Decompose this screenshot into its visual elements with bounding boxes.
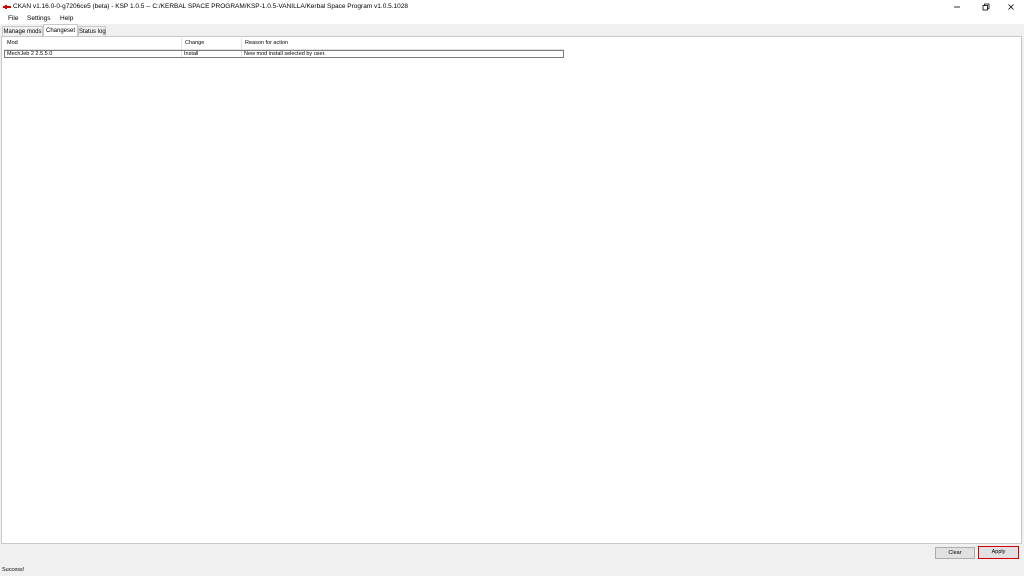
status-bar: Success! [0, 563, 1024, 576]
menu-bar: File Settings Help [0, 13, 1024, 24]
menu-settings[interactable]: Settings [27, 14, 51, 23]
grid-header: Mod Change Reason for action [4, 38, 564, 50]
menu-file[interactable]: File [8, 14, 18, 23]
cell-reason[interactable]: New mod install selected by user. [242, 51, 562, 57]
minimize-button[interactable] [944, 0, 970, 13]
status-text: Success! [2, 567, 25, 573]
changeset-panel: Mod Change Reason for action MechJeb 2 2… [1, 36, 1022, 544]
tab-changeset[interactable]: Changeset [43, 24, 78, 36]
title-bar[interactable]: CKAN v1.16.0-0-g7206ce5 (beta) - KSP 1.0… [0, 0, 1024, 13]
clear-button[interactable]: Clear [935, 547, 975, 559]
tab-strip: Manage mods Changeset Status log [0, 24, 1024, 36]
menu-help[interactable]: Help [60, 14, 73, 23]
close-icon [1008, 3, 1014, 10]
minimize-icon [954, 6, 960, 7]
column-header-change[interactable]: Change [182, 38, 242, 49]
ckan-main-window: CKAN v1.16.0-0-g7206ce5 (beta) - KSP 1.0… [0, 0, 1024, 576]
cell-mod[interactable]: MechJeb 2 2.5.5.0 [5, 51, 182, 57]
table-row[interactable]: MechJeb 2 2.5.5.0 Install New mod instal… [4, 50, 564, 58]
column-header-reason[interactable]: Reason for action [242, 38, 564, 49]
column-header-mod[interactable]: Mod [4, 38, 182, 49]
tab-status-log[interactable]: Status log [78, 26, 106, 36]
ckan-app-icon [3, 4, 11, 9]
restore-button[interactable] [973, 0, 999, 13]
restore-icon [982, 3, 990, 10]
close-button[interactable] [998, 0, 1024, 13]
apply-button[interactable]: Apply [978, 546, 1019, 559]
cell-change[interactable]: Install [182, 51, 242, 57]
tab-manage-mods[interactable]: Manage mods [2, 26, 43, 36]
window-title: CKAN v1.16.0-0-g7206ce5 (beta) - KSP 1.0… [13, 3, 408, 10]
